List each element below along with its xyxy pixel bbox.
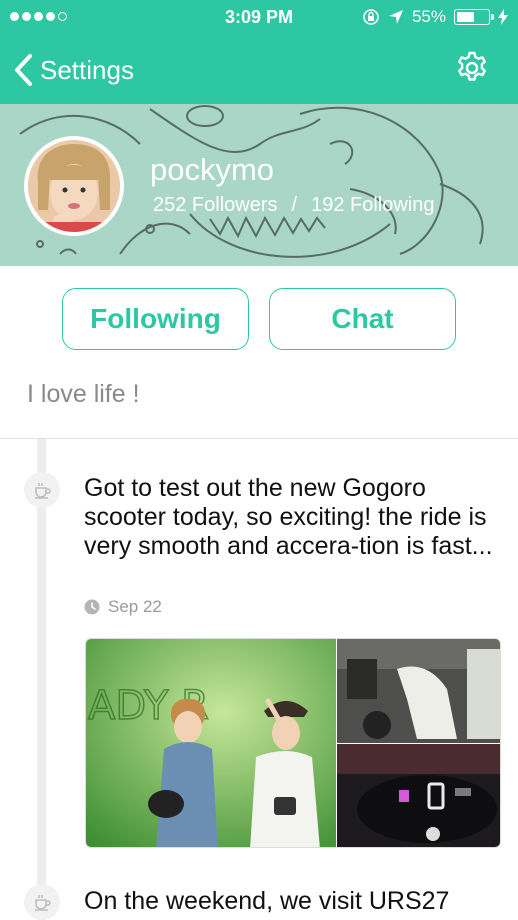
cup-icon bbox=[35, 895, 51, 911]
battery-icon bbox=[454, 9, 494, 25]
avatar[interactable] bbox=[24, 136, 124, 236]
following-count[interactable]: 192 Following bbox=[311, 194, 434, 217]
chevron-left-icon bbox=[15, 54, 32, 86]
post-photo-scooter[interactable] bbox=[337, 639, 501, 743]
post-photo-dashboard[interactable] bbox=[337, 744, 501, 848]
post-photo-main[interactable]: ADY R bbox=[86, 639, 336, 848]
status-right-group: 55% bbox=[362, 7, 508, 27]
back-button-label: Settings bbox=[40, 54, 134, 85]
settings-button[interactable] bbox=[454, 50, 490, 86]
post-text[interactable]: On the weekend, we visit URS27 bbox=[84, 887, 504, 916]
back-button[interactable]: Settings bbox=[12, 50, 134, 90]
stats-separator: / bbox=[291, 194, 298, 216]
location-arrow-icon bbox=[388, 10, 403, 24]
clock-icon bbox=[84, 599, 100, 615]
profile-bio: I love life ! bbox=[27, 380, 140, 408]
status-bar: 3:09 PM 55% bbox=[0, 0, 518, 36]
post-date: Sep 22 bbox=[84, 597, 162, 617]
navigation-bar: Settings bbox=[0, 36, 518, 104]
avatar-photo bbox=[28, 140, 120, 232]
battery-level bbox=[457, 12, 474, 22]
charging-bolt-icon bbox=[498, 9, 508, 25]
post-text[interactable]: Got to test out the new Gogoro scooter t… bbox=[84, 474, 504, 561]
profile-actions: Following Chat bbox=[0, 266, 518, 366]
profile-username: pockymo bbox=[150, 152, 275, 187]
section-divider bbox=[0, 438, 518, 439]
timeline-node bbox=[24, 472, 60, 508]
following-button[interactable]: Following bbox=[62, 288, 249, 350]
profile-stats: 252 Followers / 192 Following bbox=[153, 194, 435, 217]
timeline-node bbox=[24, 884, 60, 920]
post-photo-grid: ADY R bbox=[85, 638, 501, 848]
cup-icon bbox=[35, 483, 51, 499]
followers-count[interactable]: 252 Followers bbox=[153, 194, 278, 217]
timeline-line bbox=[37, 439, 46, 920]
orientation-lock-icon bbox=[363, 9, 379, 25]
post-date-label: Sep 22 bbox=[108, 597, 162, 616]
gear-icon bbox=[458, 51, 486, 81]
chat-button[interactable]: Chat bbox=[269, 288, 456, 350]
battery-percent: 55% bbox=[411, 7, 446, 26]
profile-header: pockymo 252 Followers / 192 Following bbox=[0, 104, 518, 266]
